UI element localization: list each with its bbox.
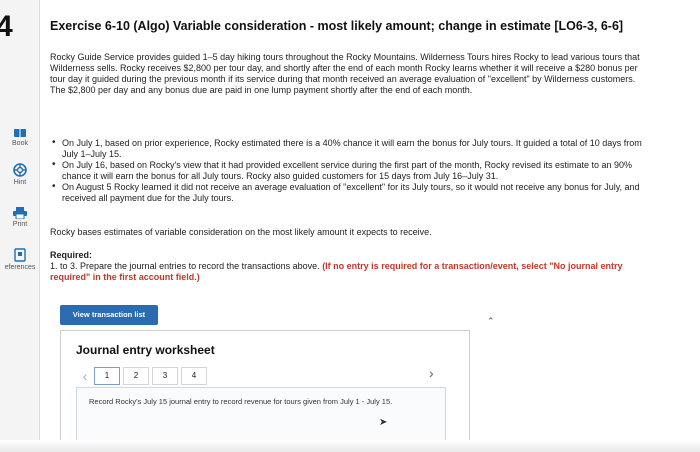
book-icon: [14, 129, 26, 137]
estimates-paragraph: Rocky bases estimates of variable consid…: [50, 227, 432, 237]
required-text-block: 1. to 3. Prepare the journal entries to …: [50, 261, 650, 283]
next-page-icon[interactable]: ›: [429, 365, 434, 381]
print-icon: [13, 207, 27, 219]
required-label: Required:: [50, 250, 93, 260]
exercise-title: Exercise 6-10 (Algo) Variable considerat…: [50, 19, 624, 33]
page-tab-3[interactable]: 3: [152, 367, 178, 385]
intro-paragraph: Rocky Guide Service provides guided 1–5 …: [50, 52, 640, 95]
mouse-cursor-icon: ➤: [379, 417, 388, 428]
references-tool[interactable]: eferences: [0, 248, 40, 271]
scroll-caret-icon: ⌃: [487, 316, 495, 326]
journal-entry-worksheet: Journal entry worksheet ‹ 1 2 3 4 › Reco…: [60, 330, 470, 452]
worksheet-pager: ‹ 1 2 3 4: [76, 367, 210, 385]
required-text: 1. to 3. Prepare the journal entries to …: [50, 261, 320, 271]
list-item: On July 16, based on Rocky's view that i…: [50, 160, 650, 181]
chapter-number: 4: [0, 10, 13, 43]
book-tool[interactable]: Book: [0, 128, 40, 147]
left-toolbar: 4 Book Hint Print eferences: [0, 0, 40, 452]
list-item: On August 5 Rocky learned it did not rec…: [50, 182, 650, 203]
references-label: eferences: [4, 264, 36, 271]
page-tab-2[interactable]: 2: [123, 367, 149, 385]
book-label: Book: [12, 140, 28, 147]
worksheet-title: Journal entry worksheet: [76, 343, 215, 357]
references-icon: [14, 248, 26, 262]
view-transaction-list-button[interactable]: View transaction list: [60, 305, 158, 325]
hint-label: Hint: [13, 179, 27, 186]
hint-icon: [13, 163, 27, 177]
hint-tool[interactable]: Hint: [0, 163, 40, 186]
required-section: Required: 1. to 3. Prepare the journal e…: [50, 250, 650, 283]
previous-page-icon[interactable]: ‹: [76, 368, 94, 384]
list-item: On July 1, based on prior experience, Ro…: [50, 138, 650, 159]
page-tab-4[interactable]: 4: [181, 367, 207, 385]
page-tab-1[interactable]: 1: [94, 367, 120, 385]
facts-list: On July 1, based on prior experience, Ro…: [50, 138, 650, 204]
bottom-shade: [0, 440, 700, 452]
print-tool[interactable]: Print: [0, 207, 40, 228]
worksheet-instruction: Record Rocky's July 15 journal entry to …: [89, 397, 393, 406]
print-label: Print: [12, 221, 28, 228]
